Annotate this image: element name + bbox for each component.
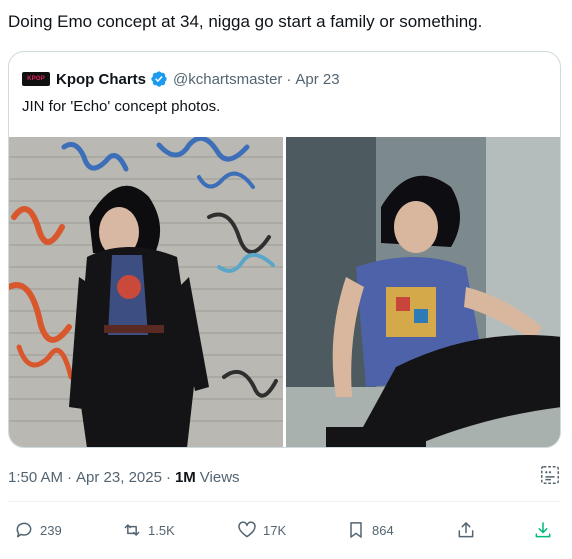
reply-icon (16, 522, 32, 538)
quoted-tweet-text: JIN for 'Echo' concept photos. (22, 98, 221, 115)
separator-dot: · (165, 469, 171, 486)
verified-badge-icon (151, 71, 167, 87)
download-button[interactable] (533, 510, 559, 550)
quoted-tweet-card[interactable]: KPOP Kpop Charts @kchartsmaster · Apr 23… (8, 51, 561, 448)
bookmark-count: 864 (372, 522, 394, 538)
kpop-charts-logo[interactable]: KPOP (22, 72, 50, 86)
reply-button[interactable]: 239 (14, 510, 62, 550)
bookmark-button[interactable]: 864 (346, 510, 394, 550)
divider (8, 501, 561, 502)
like-count: 17K (263, 522, 287, 538)
separator-dot: · (286, 70, 292, 88)
share-button[interactable] (456, 510, 482, 550)
quoted-author-handle[interactable]: @kchartsmaster (173, 71, 282, 88)
tweet-date[interactable]: Apr 23, 2025 (76, 469, 162, 486)
views-count: 1M (174, 469, 196, 486)
repost-button[interactable]: 1.5K (122, 510, 175, 550)
like-icon (238, 521, 256, 538)
download-icon (535, 522, 551, 538)
separator-dot: · (67, 469, 73, 486)
views-label: Views (199, 469, 240, 486)
repost-icon (124, 524, 140, 536)
bookmark-icon (350, 522, 362, 538)
share-icon (458, 522, 474, 538)
quoted-tweet-date[interactable]: Apr 23 (295, 71, 339, 88)
like-button[interactable]: 17K (237, 510, 286, 550)
logo-text: KPOP (27, 76, 45, 82)
tweet-time[interactable]: 1:50 AM (8, 469, 63, 486)
grok-icon[interactable] (539, 464, 561, 486)
quoted-author-name[interactable]: Kpop Charts (56, 71, 146, 88)
quoted-tweet-header: KPOP Kpop Charts @kchartsmaster · Apr 23 (22, 69, 340, 89)
photo-graffiti-wall[interactable] (9, 137, 283, 447)
tweet-text: Doing Emo concept at 34, nigga go start … (8, 12, 483, 31)
reply-count: 239 (40, 522, 62, 538)
repost-count: 1.5K (148, 522, 175, 538)
tweet-actions: 239 1.5K 17K 864 (0, 510, 572, 550)
tweet-meta: 1:50 AM · Apr 23, 2025 · 1M Views (8, 469, 240, 486)
photo-sitting-blue-tshirt[interactable] (286, 137, 560, 447)
